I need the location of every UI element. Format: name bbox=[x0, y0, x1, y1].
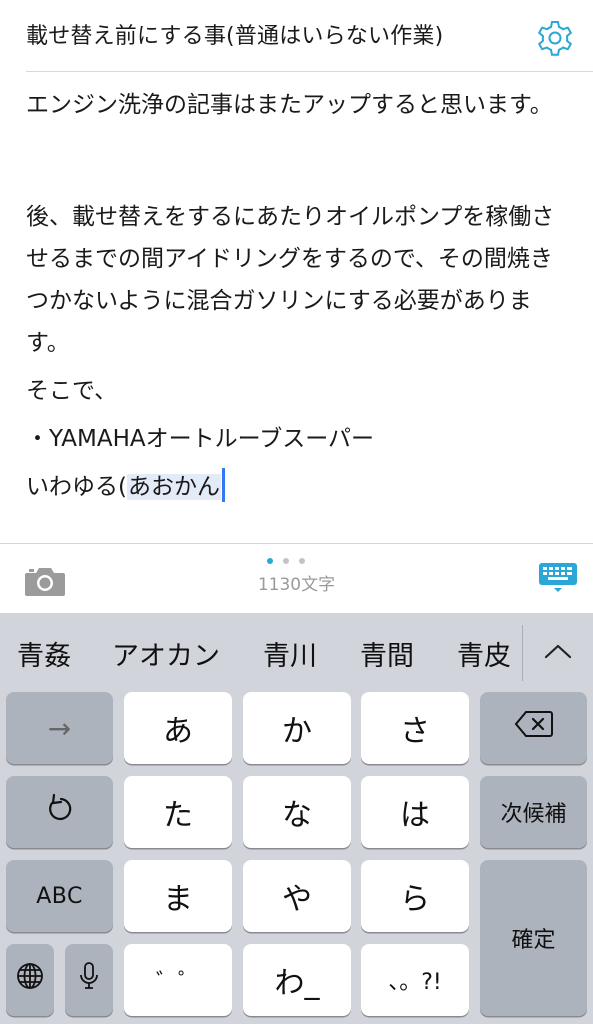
title-divider bbox=[26, 71, 593, 72]
key-wa[interactable]: わ_ bbox=[243, 944, 351, 1016]
editor-toolbar: 1130文字 bbox=[0, 543, 593, 614]
microphone-key[interactable] bbox=[65, 944, 113, 1016]
keyboard-icon[interactable] bbox=[538, 561, 578, 595]
key-ha[interactable]: は bbox=[361, 776, 469, 848]
abc-key-label: ABC bbox=[36, 883, 83, 909]
key-dakuten[interactable]: ゛゜ bbox=[124, 944, 232, 1016]
candidate-item[interactable]: アオカン bbox=[112, 634, 220, 673]
paragraph: 後、載せ替えをするにあたりオイルポンプを稼働させるまでの間アイドリングをするので… bbox=[26, 204, 555, 356]
paragraph: ・YAMAHAオートルーブスーパー bbox=[26, 426, 374, 452]
key-ka[interactable]: か bbox=[243, 692, 351, 764]
paragraph: エンジン洗浄の記事はまたアップすると思います。 bbox=[26, 92, 553, 118]
key-sa[interactable]: さ bbox=[361, 692, 469, 764]
marked-text: あおかん bbox=[126, 474, 221, 500]
key-ma[interactable]: ま bbox=[124, 860, 232, 932]
paragraph-current: いわゆる(あおかん bbox=[26, 466, 566, 508]
next-candidate-label: 次候補 bbox=[500, 802, 567, 827]
undo-icon bbox=[44, 792, 76, 832]
key-ra[interactable]: ら bbox=[361, 860, 469, 932]
delete-icon bbox=[514, 710, 554, 746]
candidate-item[interactable]: 青川 bbox=[263, 634, 317, 673]
confirm-button[interactable]: 確定 bbox=[480, 860, 587, 1016]
japanese-keyboard: 青姦 アオカン 青川 青間 青皮 → あ か さ た な は 次候補 ABC ま… bbox=[0, 613, 593, 1024]
character-count: 1130文字 bbox=[257, 575, 336, 595]
title-bar: 載せ替え前にする事(普通はいらない作業) bbox=[0, 0, 593, 72]
abc-key[interactable]: ABC bbox=[6, 860, 113, 932]
key-ya[interactable]: や bbox=[243, 860, 351, 932]
gear-icon[interactable] bbox=[535, 18, 575, 58]
key-ta[interactable]: た bbox=[124, 776, 232, 848]
key-punctuation-label: 、。?! bbox=[388, 970, 442, 995]
page-dot bbox=[299, 558, 305, 564]
next-candidate-button[interactable]: 次候補 bbox=[480, 776, 587, 848]
key-punctuation[interactable]: 、。?! bbox=[361, 944, 469, 1016]
candidate-bar: 青姦 アオカン 青川 青間 青皮 bbox=[0, 613, 593, 693]
chevron-up-icon[interactable] bbox=[540, 637, 576, 667]
article-editor[interactable]: エンジン洗浄の記事はまたアップすると思います。 後、載せ替えをするにあたりオイル… bbox=[26, 84, 566, 508]
key-na[interactable]: な bbox=[243, 776, 351, 848]
microphone-icon bbox=[78, 961, 100, 999]
page-dot-active bbox=[267, 558, 273, 564]
candidate-item[interactable]: 青皮 bbox=[457, 634, 511, 673]
confirm-label: 確定 bbox=[511, 928, 556, 953]
page-dot bbox=[283, 558, 289, 564]
paragraph: そこで、 bbox=[26, 378, 118, 404]
paragraph-prefix: いわゆる( bbox=[26, 474, 127, 500]
candidate-divider bbox=[522, 625, 523, 681]
page-indicator bbox=[267, 549, 315, 564]
globe-key[interactable] bbox=[6, 944, 54, 1016]
arrow-key-label: → bbox=[47, 711, 72, 745]
candidate-item[interactable]: 青姦 bbox=[17, 634, 71, 673]
key-dakuten-label: ゛゜ bbox=[155, 970, 200, 995]
undo-key[interactable] bbox=[6, 776, 113, 848]
key-a[interactable]: あ bbox=[124, 692, 232, 764]
text-caret bbox=[221, 468, 225, 502]
candidate-item[interactable]: 青間 bbox=[360, 634, 414, 673]
delete-key[interactable] bbox=[480, 692, 587, 764]
arrow-key[interactable]: → bbox=[6, 692, 113, 764]
globe-icon bbox=[15, 961, 45, 999]
article-title[interactable]: 載せ替え前にする事(普通はいらない作業) bbox=[26, 18, 443, 50]
